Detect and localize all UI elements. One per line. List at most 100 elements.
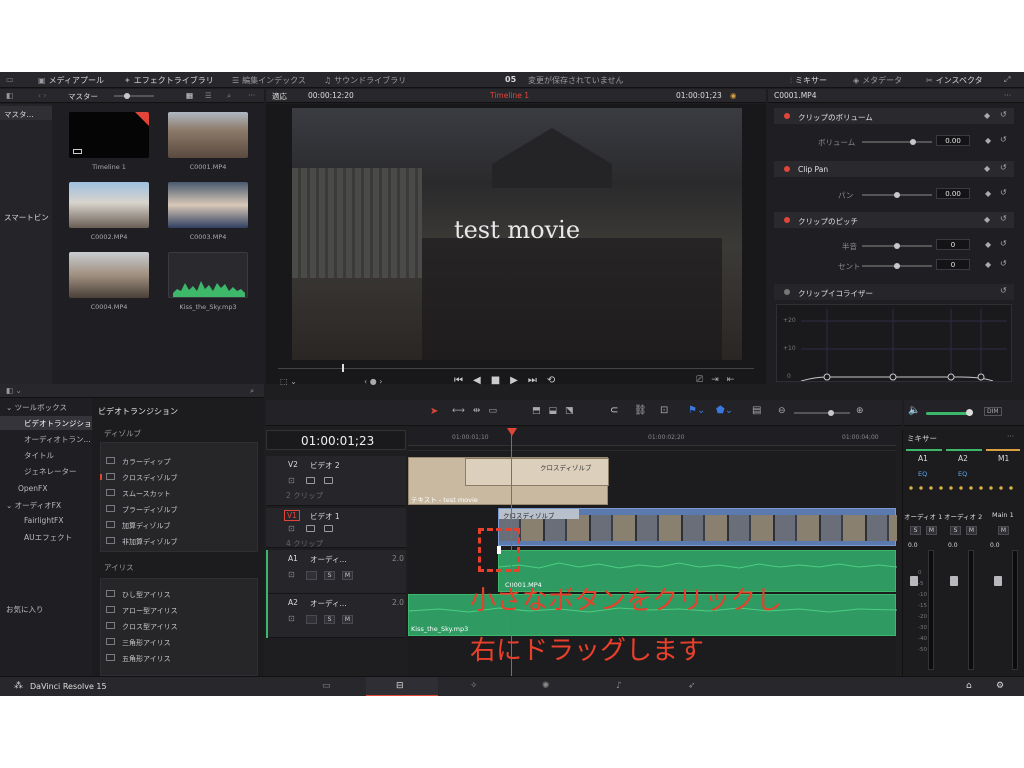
clip-thumb-c0003[interactable] — [168, 182, 248, 228]
fairlight-page-icon[interactable]: ♪ — [616, 681, 622, 691]
solo-button[interactable]: S — [324, 571, 335, 580]
video-clip-c0001[interactable]: クロスディゾルブ — [498, 508, 897, 546]
edit-tools-icons[interactable]: ⟷⇹▭ — [452, 406, 505, 416]
pitch-enable-dot[interactable] — [784, 217, 790, 223]
track-output-button[interactable] — [306, 615, 317, 624]
effects-library-button[interactable]: ✦ エフェクトライブラリ — [124, 75, 214, 86]
pan-enable-dot[interactable] — [784, 166, 790, 172]
eq-button[interactable]: EQ — [918, 470, 927, 478]
transition-block[interactable]: クロスディゾルブ — [465, 458, 609, 486]
media-pool-button[interactable]: ▣ メディアプール — [38, 75, 104, 86]
track-output-icon[interactable] — [306, 477, 315, 484]
reset-icon[interactable]: ↺ — [1000, 259, 1007, 268]
volume-knob[interactable] — [910, 139, 916, 145]
volume-section-header[interactable]: クリップのボリューム ◆ ↺ — [774, 108, 1014, 124]
aspect-icon[interactable]: ⬚ ⌄ — [280, 377, 297, 386]
speaker-icon[interactable]: 🔈 — [908, 405, 920, 416]
zoom-in-icon[interactable]: ⊕ — [856, 406, 864, 416]
thumbnail-size-knob[interactable] — [124, 93, 130, 99]
timeline-selector[interactable]: Timeline 1 — [490, 91, 529, 100]
eq-button[interactable]: EQ — [958, 470, 967, 478]
inspector-more-icon[interactable]: ··· — [1004, 91, 1011, 100]
clip-thumb-timeline[interactable] — [69, 112, 149, 158]
scrubber-track[interactable] — [278, 368, 754, 369]
track-lock-icon[interactable]: ⊡ — [288, 570, 295, 579]
effect-item[interactable]: 三角形アイリス — [102, 634, 258, 650]
settings-gear-icon[interactable]: ⚙ — [996, 681, 1004, 691]
deliver-page-icon[interactable]: ➶ — [688, 681, 696, 691]
effect-item[interactable]: ブラーディゾルブ — [102, 501, 258, 517]
mute-button[interactable]: M — [926, 526, 937, 535]
reset-icon[interactable]: ↺ — [1000, 110, 1007, 119]
color-page-icon[interactable]: ✺ — [542, 681, 550, 691]
tree-item-label[interactable]: ジェネレーター — [24, 466, 77, 477]
reset-icon[interactable]: ↺ — [1000, 188, 1007, 197]
mute-button[interactable]: M — [342, 571, 353, 580]
search-icon[interactable]: ⌕ — [227, 91, 231, 101]
mute-button[interactable]: M — [342, 615, 353, 624]
mute-button[interactable]: M — [998, 526, 1009, 535]
mute-button[interactable]: M — [966, 526, 977, 535]
fader-knob[interactable] — [910, 576, 918, 586]
track-output-icon[interactable] — [306, 525, 315, 532]
keyframe-icon[interactable]: ◆ — [985, 260, 991, 269]
video-frame[interactable]: test movie — [292, 108, 742, 360]
pan-slider[interactable] — [862, 192, 932, 198]
fit-dropdown[interactable]: 適応 — [272, 91, 287, 102]
eq-section-header[interactable]: クリップイコライザー ↺ — [774, 284, 1014, 300]
effect-item[interactable]: カラーディップ — [102, 453, 258, 469]
nav-arrows[interactable]: ‹ › — [38, 91, 46, 100]
reset-icon[interactable]: ↺ — [1000, 239, 1007, 248]
tree-item[interactable]: ⌄ オーディオFX — [6, 500, 61, 511]
panel-toggle-icon[interactable]: ◧ ⌄ — [6, 386, 22, 395]
favorites-label[interactable]: お気に入り — [6, 604, 44, 615]
keyframe-icon[interactable]: ◆ — [984, 164, 990, 173]
track-lock-icon[interactable]: ⊡ — [288, 524, 295, 533]
clip-thumb-c0002[interactable] — [69, 182, 149, 228]
selection-tool-icon[interactable]: ➤ — [430, 406, 438, 417]
sound-library-button[interactable]: ♫ サウンドライブラリ — [324, 75, 406, 86]
tree-item-label[interactable]: OpenFX — [18, 484, 47, 493]
cents-value[interactable]: 0 — [936, 259, 970, 270]
solo-button[interactable]: S — [910, 526, 921, 535]
master-volume-knob[interactable] — [966, 409, 973, 416]
monitor-icon[interactable]: ▭ — [6, 75, 14, 84]
track-enable-icon[interactable] — [324, 477, 333, 484]
eq-enable-dot[interactable] — [784, 289, 790, 295]
bus-dots[interactable] — [906, 486, 1018, 490]
cents-knob[interactable] — [894, 263, 900, 269]
tree-item-label[interactable]: タイトル — [24, 450, 54, 461]
metadata-button[interactable]: ◈ メタデータ — [853, 75, 902, 86]
volume-slider[interactable] — [862, 139, 932, 145]
playhead-handle[interactable] — [507, 428, 517, 436]
edit-index-button[interactable]: ☰ 編集インデックス — [232, 75, 306, 86]
time-ruler[interactable]: 01:00:01;10 01:00:02;20 01:00:04;00 — [408, 428, 896, 446]
search-icon[interactable]: ⌕ — [250, 386, 254, 396]
grid-view-icon[interactable]: ▦ — [186, 91, 193, 100]
scrubber-playhead[interactable] — [342, 364, 344, 372]
keyframe-icon[interactable]: ◆ — [985, 136, 991, 145]
pan-value[interactable]: 0.00 — [936, 188, 970, 199]
eq-graph[interactable]: +20 +10 0 — [776, 304, 1012, 382]
semitone-knob[interactable] — [894, 243, 900, 249]
pitch-section-header[interactable]: クリップのピッチ ◆ ↺ — [774, 212, 1014, 228]
zoom-out-icon[interactable]: ⊖ — [778, 406, 786, 416]
home-icon[interactable]: ⌂ — [966, 681, 972, 691]
master-volume-slider[interactable] — [926, 412, 970, 415]
semitone-value[interactable]: 0 — [936, 239, 970, 250]
keyframe-icon[interactable]: ◆ — [985, 240, 991, 249]
dim-button[interactable]: DIM — [984, 407, 1002, 416]
tree-item-label[interactable]: オーディオトラン... — [24, 434, 91, 445]
track-lock-icon[interactable]: ⊡ — [288, 476, 295, 485]
cents-slider[interactable] — [862, 263, 932, 269]
clip-thumb-c0001[interactable] — [168, 112, 248, 158]
effect-item[interactable]: 非加算ディゾルブ — [102, 533, 258, 549]
reset-icon[interactable]: ↺ — [1000, 135, 1007, 144]
fader-knob[interactable] — [994, 576, 1002, 586]
fader-knob[interactable] — [950, 576, 958, 586]
effect-item[interactable]: スムースカット — [102, 485, 258, 501]
inspector-button[interactable]: ✂ インスペクタ — [926, 75, 983, 86]
panel-toggle-icon[interactable]: ◧ — [6, 91, 13, 100]
tree-item-label[interactable]: AUエフェクト — [24, 532, 72, 543]
transport-controls[interactable]: ⏮◀■▶⏭⟲ — [454, 375, 565, 386]
